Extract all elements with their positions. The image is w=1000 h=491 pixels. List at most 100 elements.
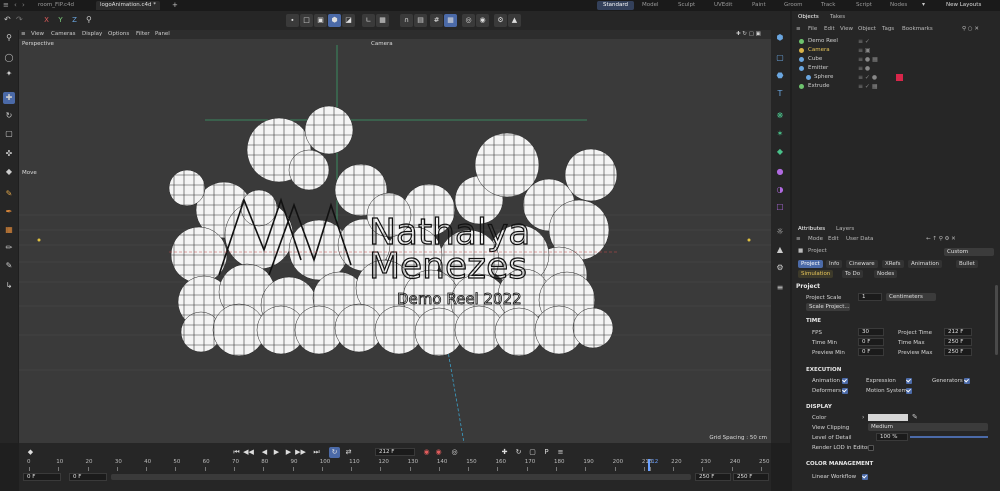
attributes-scrollbar[interactable] — [995, 285, 998, 355]
autokey-icon[interactable]: ◉ — [433, 447, 444, 458]
key-pla-icon[interactable]: ≡ — [555, 447, 566, 458]
visibility-toggle[interactable]: ≡ ● ▦ — [858, 56, 878, 63]
tab-layers[interactable]: Layers — [836, 226, 854, 232]
scale-tool-icon[interactable]: ▢ — [3, 128, 15, 140]
edges-mode-button[interactable]: □ — [300, 14, 313, 27]
visibility-toggle[interactable]: ≡ ● — [858, 65, 870, 72]
object-row-demo-reel[interactable]: Demo Reel ≡ ✓ — [792, 37, 1000, 46]
objects-menu-object[interactable]: Object — [858, 26, 876, 32]
object-row-extrude[interactable]: Extrude ≡ ✓ ▦ — [792, 82, 1000, 91]
deformers-checkbox[interactable] — [842, 388, 848, 394]
key-position-icon[interactable]: ✚ — [499, 447, 510, 458]
generators-checkbox[interactable] — [964, 378, 970, 384]
record-key-icon[interactable]: ◉ — [421, 447, 432, 458]
axis-x-button[interactable]: X — [40, 14, 53, 27]
prev-keyframe-icon[interactable]: ◀◀ — [243, 447, 254, 458]
viewport[interactable]: ≡ View Cameras Display Options Filter Pa… — [19, 30, 771, 443]
layout-groom[interactable]: Groom — [784, 1, 803, 10]
subtab-nodes[interactable]: Nodes — [874, 270, 898, 278]
select-icon[interactable]: ◯ — [3, 52, 15, 64]
visibility-toggle[interactable]: ≡ ✓ — [858, 38, 870, 45]
transform-icon[interactable]: ✜ — [3, 148, 15, 160]
current-frame-input[interactable]: 212 F — [375, 448, 415, 456]
objects-menu-file[interactable]: File — [808, 26, 817, 32]
project-scale-unit-dropdown[interactable]: Centimeters — [886, 293, 936, 301]
object-row-cube[interactable]: Cube ≡ ● ▦ — [792, 55, 1000, 64]
doc-tab-logoanimation[interactable]: logoAnimation.c4d * — [96, 1, 161, 10]
environment-icon[interactable]: ◑ — [774, 184, 786, 196]
key-scale-icon[interactable]: ▢ — [527, 447, 538, 458]
scale-project-button[interactable]: Scale Project... — [806, 303, 850, 311]
layout-dropdown-icon[interactable]: ▾ — [922, 1, 925, 8]
subtab-info[interactable]: Info — [826, 260, 843, 268]
preview-start-input[interactable]: 0 F — [69, 473, 107, 481]
workplane-icon[interactable]: ▦ — [376, 14, 389, 27]
keyframe-selection-icon[interactable]: ◎ — [449, 447, 460, 458]
uv-mode-button[interactable]: ◪ — [342, 14, 355, 27]
deformer-icon[interactable]: ◆ — [774, 146, 786, 158]
loop-icon[interactable]: ↻ — [329, 447, 340, 458]
end-frame-input[interactable]: 250 F — [733, 473, 769, 481]
field-icon[interactable]: ✶ — [774, 128, 786, 140]
subtab-cineware[interactable]: Cineware — [846, 260, 878, 268]
axis-tool-icon[interactable]: ◆ — [3, 166, 15, 178]
render-picture-icon[interactable]: ◉ — [476, 14, 489, 27]
locked-axis-icon[interactable]: ▤ — [414, 14, 427, 27]
camera-icon[interactable]: ☐ — [774, 202, 786, 214]
time-max-input[interactable]: 250 F — [944, 338, 972, 346]
attributes-menu-edit[interactable]: Edit — [828, 236, 839, 242]
menu-icon[interactable]: ≡ — [3, 1, 9, 9]
objects-menu-view[interactable]: View — [840, 26, 853, 32]
knife-tool-icon[interactable]: ✎ — [3, 188, 15, 200]
objects-menu-icon[interactable]: ≡ — [796, 26, 801, 32]
project-time-input[interactable]: 212 F — [944, 328, 972, 336]
layout-model[interactable]: Model — [642, 1, 659, 10]
search-icon[interactable]: ⚲ — [3, 32, 15, 44]
render-settings-icon[interactable]: ⚙ — [494, 14, 507, 27]
workplane-snap-icon[interactable]: ▦ — [444, 14, 457, 27]
key-param-icon[interactable]: P — [541, 447, 552, 458]
light-icon[interactable]: ☼ — [774, 226, 786, 238]
subtab-animation[interactable]: Animation — [908, 260, 943, 268]
rotate-tool-icon[interactable]: ↻ — [3, 110, 15, 122]
objects-search-icon[interactable]: ⚲ ○ ✕ — [962, 26, 979, 32]
attributes-nav-icons[interactable]: ← ↑ ⚲ ⚙ ✕ — [926, 236, 956, 242]
start-frame-input[interactable]: 0 F — [23, 473, 61, 481]
axis-y-button[interactable]: Y — [54, 14, 67, 27]
render-view-icon[interactable]: ◎ — [462, 14, 475, 27]
new-layouts-button[interactable]: New Layouts — [946, 2, 981, 8]
animation-checkbox[interactable] — [842, 378, 848, 384]
layout-sculpt[interactable]: Sculpt — [678, 1, 695, 10]
lod-input[interactable]: 100 % — [876, 433, 908, 441]
text-icon[interactable]: T — [774, 88, 786, 100]
lod-slider-track[interactable] — [910, 436, 988, 438]
eyedropper-icon[interactable]: ✎ — [912, 413, 918, 421]
nav-right-icon[interactable]: › — [22, 1, 25, 9]
object-row-emitter[interactable]: Emitter ≡ ● — [792, 64, 1000, 73]
points-mode-button[interactable]: ∙ — [286, 14, 299, 27]
view-clipping-dropdown[interactable]: Medium — [868, 423, 988, 431]
timeline-ruler[interactable]: 0 10 20 30 40 50 60 70 80 90 100 110 120 130 140 150 160… — [27, 459, 770, 471]
layout-nodes[interactable]: Nodes — [890, 1, 907, 10]
extrude-tool-icon[interactable]: ▦ — [3, 224, 15, 236]
nurbs-icon[interactable]: ⬣ — [774, 70, 786, 82]
render-queue-icon[interactable]: ▲ — [508, 14, 521, 27]
model-mode-button[interactable]: ⬢ — [328, 14, 341, 27]
layout-uvedit[interactable]: UVEdit — [714, 1, 732, 10]
pen-icon[interactable]: ▢ — [774, 52, 786, 64]
next-frame-icon[interactable]: ▶ — [283, 447, 294, 458]
coordinate-system-icon[interactable]: ⚲ — [86, 15, 92, 24]
python-icon[interactable]: ⚙ — [774, 262, 786, 274]
subtab-bullet[interactable]: Bullet — [956, 260, 978, 268]
undo-icon[interactable]: ↶ — [4, 15, 11, 24]
playhead[interactable] — [647, 459, 650, 471]
preview-max-input[interactable]: 250 F — [944, 348, 972, 356]
key-rotation-icon[interactable]: ↻ — [513, 447, 524, 458]
redo-icon[interactable]: ↷ — [16, 15, 23, 24]
attributes-menu-icon[interactable]: ≡ — [796, 236, 801, 242]
layout-standard[interactable]: Standard — [597, 1, 635, 10]
material-swatch[interactable] — [896, 74, 903, 81]
render-lod-checkbox[interactable] — [868, 445, 874, 451]
object-row-camera[interactable]: Camera ≡ ▣ — [792, 46, 1000, 55]
color-expand-icon[interactable]: › — [862, 414, 864, 421]
